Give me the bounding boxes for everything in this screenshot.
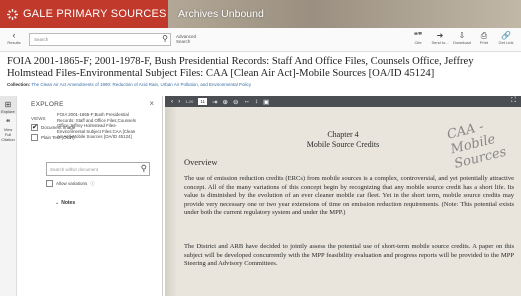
checkbox-icon bbox=[31, 134, 38, 141]
collection-line: Collection: The Clean Air Act Amendments… bbox=[7, 82, 251, 87]
page-number-input[interactable]: 11 bbox=[198, 98, 208, 105]
cite-button[interactable]: ❝❞ Cite bbox=[409, 31, 427, 45]
get-link-button[interactable]: 🔗 Get Link bbox=[497, 31, 515, 45]
rail-explore-button[interactable]: ⊞ Explore bbox=[0, 96, 16, 114]
tool-label: Print bbox=[479, 40, 489, 45]
back-label: Results bbox=[7, 40, 21, 45]
page-edge-shadow bbox=[165, 107, 177, 296]
zoom-out-icon[interactable]: ⊖ bbox=[233, 98, 238, 106]
checkbox-label: Allow variations bbox=[56, 181, 88, 186]
zoom-in-icon[interactable]: ⊕ bbox=[222, 98, 227, 106]
print-icon: ⎙ bbox=[480, 31, 488, 40]
tool-label: Get Link bbox=[498, 40, 514, 45]
citation-icon: ❝❞ bbox=[413, 31, 423, 40]
search-icon[interactable]: ⚲ bbox=[162, 34, 168, 43]
close-icon[interactable]: × bbox=[149, 99, 154, 108]
checkbox-icon: ✔ bbox=[31, 124, 38, 131]
header-banner: GALE PRIMARY SOURCES Archives Unbound bbox=[0, 0, 521, 28]
viewer-toolbar: ‹ › 1-20 11 ⇥ ⊕ ⊖ ↔ ↕ ▣ ⛶ bbox=[165, 96, 521, 107]
fit-width-icon[interactable]: ↔ bbox=[243, 98, 250, 105]
search-input[interactable]: Search ⚲ bbox=[29, 33, 171, 46]
back-to-results-button[interactable]: ‹ Results bbox=[3, 30, 25, 46]
page-range: 1-20 bbox=[185, 99, 194, 104]
rail-view-citation-button[interactable]: ❝ View Full Citation bbox=[0, 114, 16, 143]
checkbox-icon bbox=[46, 180, 53, 187]
rail-label: View Full Citation bbox=[1, 127, 15, 142]
brand-name: GALE PRIMARY SOURCES bbox=[23, 8, 167, 20]
tool-buttons: ❝❞ Cite ➜ Send to... ⇩ Download ⎙ Print … bbox=[409, 31, 515, 45]
search-within-placeholder: Search within document bbox=[50, 167, 99, 172]
document-page: Chapter 4 Mobile Source Credits Overview… bbox=[165, 107, 521, 296]
search-placeholder: Search bbox=[34, 37, 49, 42]
link-icon: 🔗 bbox=[501, 31, 511, 40]
allow-variations-checkbox[interactable]: Allow variations ⓘ bbox=[46, 180, 95, 187]
go-page-icon[interactable]: ⇥ bbox=[212, 98, 217, 106]
chevron-down-icon: ⌄ bbox=[55, 200, 60, 206]
next-page-icon[interactable]: › bbox=[178, 98, 180, 105]
view-citation-icon: ❝ bbox=[5, 118, 11, 127]
paragraph: The District and ARB have decided to joi… bbox=[184, 243, 514, 267]
advanced-search-link[interactable]: Advanced Search bbox=[176, 34, 200, 44]
product-name[interactable]: Archives Unbound bbox=[178, 8, 264, 20]
search-icon[interactable]: ⚲ bbox=[141, 163, 147, 174]
toolbar: ‹ Results Search ⚲ Advanced Search ❝❞ Ci… bbox=[0, 28, 521, 52]
send-to-button[interactable]: ➜ Send to... bbox=[431, 31, 449, 45]
notes-body: FOIA 2001-1865-F;Bush Presidential Recor… bbox=[57, 112, 136, 140]
download-icon: ⇩ bbox=[458, 31, 466, 40]
tool-label: Cite bbox=[414, 40, 422, 45]
notes-toggle[interactable]: ⌄ Notes bbox=[55, 200, 75, 206]
notes-heading: Notes bbox=[61, 200, 76, 206]
views-label: VIEWS bbox=[31, 116, 46, 121]
explore-heading: EXPLORE bbox=[31, 101, 64, 108]
fit-height-icon[interactable]: ↕ bbox=[255, 98, 258, 105]
section-heading: Overview bbox=[184, 157, 218, 167]
tool-label: Download bbox=[453, 40, 471, 45]
image-tools-icon[interactable]: ▣ bbox=[263, 98, 269, 106]
tool-label: Send to... bbox=[431, 40, 449, 45]
print-button[interactable]: ⎙ Print bbox=[475, 31, 493, 45]
gale-brand[interactable]: GALE PRIMARY SOURCES bbox=[0, 0, 168, 28]
help-icon[interactable]: ⓘ bbox=[90, 181, 95, 187]
fullscreen-icon[interactable]: ⛶ bbox=[511, 97, 516, 105]
paragraph: The use of emission reduction credits (E… bbox=[184, 175, 514, 216]
explore-icon: ⊞ bbox=[4, 100, 12, 109]
document-title: FOIA 2001-1865-F; 2001-1978-F, Bush Pres… bbox=[7, 56, 474, 79]
gale-logo-icon bbox=[7, 8, 18, 20]
collection-link[interactable]: The Clean Air Act Amendments of 1990: Re… bbox=[31, 82, 251, 87]
chevron-left-icon: ‹ bbox=[12, 30, 16, 40]
previous-page-icon[interactable]: ‹ bbox=[171, 98, 173, 105]
download-button[interactable]: ⇩ Download bbox=[453, 31, 471, 45]
left-rail: ⊞ Explore ❝ View Full Citation bbox=[0, 96, 17, 296]
search-within-input[interactable]: Search within document ⚲ bbox=[46, 162, 150, 176]
collection-label: Collection: bbox=[7, 82, 31, 87]
handwritten-annotation: CAA - Mobile Sources bbox=[445, 119, 508, 172]
send-icon: ➜ bbox=[436, 31, 444, 40]
rail-label: Explore bbox=[1, 109, 15, 114]
